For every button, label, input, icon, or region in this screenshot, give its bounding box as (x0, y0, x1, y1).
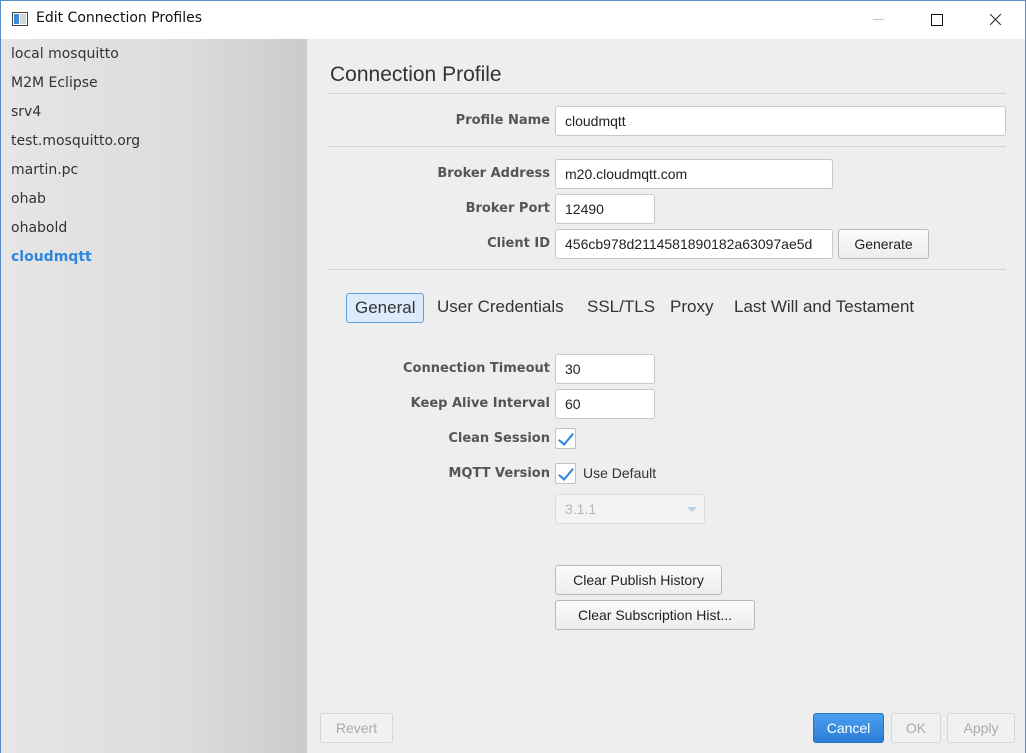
app-icon (12, 12, 28, 26)
tab-user-credentials[interactable]: User Credentials (437, 293, 564, 323)
profile-list: local mosquitto M2M Eclipse srv4 test.mo… (1, 39, 307, 753)
clear-subscription-history-button[interactable]: Clear Subscription Hist... (555, 600, 755, 630)
chevron-down-icon (687, 507, 697, 512)
divider (329, 269, 1006, 270)
ok-button[interactable]: OK (891, 713, 941, 743)
profile-item-cloudmqtt[interactable]: cloudmqtt (11, 245, 291, 269)
page-title: Connection Profile (330, 63, 502, 86)
clear-publish-history-button[interactable]: Clear Publish History (555, 565, 722, 595)
client-id-input[interactable]: 456cb978d2114581890182a63097ae5d (555, 229, 833, 259)
edit-connection-profiles-window: Edit Connection Profiles local mosquitto… (0, 0, 1026, 753)
minimize-button[interactable] (850, 1, 908, 39)
profile-name-input[interactable]: cloudmqtt (555, 106, 1006, 136)
clean-session-checkbox[interactable] (555, 428, 576, 449)
broker-address-input[interactable]: m20.cloudmqtt.com (555, 159, 833, 189)
keep-alive-input[interactable]: 60 (555, 389, 655, 419)
profile-item-test-mosquitto[interactable]: test.mosquitto.org (11, 129, 291, 153)
profile-item-martin-pc[interactable]: martin.pc (11, 158, 291, 182)
profile-item-ohab[interactable]: ohab (11, 187, 291, 211)
profile-editor: Connection Profile Profile Name cloudmqt… (307, 39, 1025, 753)
mqtt-version-select: 3.1.1 (555, 494, 705, 524)
profile-item-m2m-eclipse[interactable]: M2M Eclipse (11, 71, 291, 95)
close-button[interactable] (966, 1, 1024, 39)
tab-general[interactable]: General (346, 293, 425, 323)
mqtt-version-label: MQTT Version (448, 466, 550, 481)
tab-last-will[interactable]: Last Will and Testament (734, 293, 914, 323)
connection-timeout-input[interactable]: 30 (555, 354, 655, 384)
tab-ssl-tls[interactable]: SSL/TLS (587, 293, 655, 323)
clean-session-label: Clean Session (448, 431, 550, 446)
window-title: Edit Connection Profiles (36, 10, 203, 26)
profile-name-label: Profile Name (455, 113, 550, 128)
cancel-button[interactable]: Cancel (813, 713, 884, 743)
use-default-label: Use Default (583, 465, 657, 481)
tab-proxy[interactable]: Proxy (670, 293, 713, 323)
revert-button[interactable]: Revert (320, 713, 393, 743)
mqtt-version-value: 3.1.1 (565, 501, 597, 517)
divider (329, 93, 1006, 94)
broker-address-label: Broker Address (437, 166, 550, 181)
connection-timeout-label: Connection Timeout (403, 361, 550, 376)
title-bar: Edit Connection Profiles (1, 1, 1025, 39)
divider (329, 146, 1006, 147)
broker-port-input[interactable]: 12490 (555, 194, 655, 224)
apply-button[interactable]: Apply (947, 713, 1015, 743)
maximize-button[interactable] (908, 1, 966, 39)
generate-button[interactable]: Generate (838, 229, 929, 259)
broker-port-label: Broker Port (465, 201, 550, 216)
use-default-checkbox[interactable] (555, 463, 576, 484)
profile-item-ohabold[interactable]: ohabold (11, 216, 291, 240)
client-id-label: Client ID (487, 236, 550, 251)
profile-item-srv4[interactable]: srv4 (11, 100, 291, 124)
profile-item-local-mosquitto[interactable]: local mosquitto (11, 42, 291, 66)
keep-alive-label: Keep Alive Interval (410, 396, 550, 411)
